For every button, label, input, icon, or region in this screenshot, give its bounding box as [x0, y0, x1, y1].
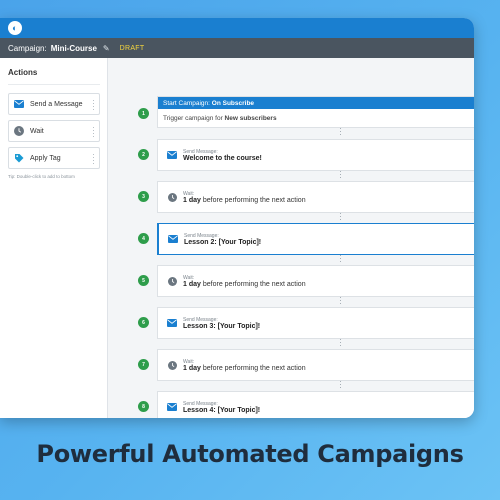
campaign-canvas: 1 Start Campaign: On Subscribe Trigger c… [108, 58, 474, 418]
step-number-badge: 6 [138, 317, 149, 328]
message-title: Lesson 2: [Your Topic]! [184, 238, 262, 246]
message-title: Welcome to the course! [183, 154, 262, 162]
wait-duration: 1 day [183, 196, 201, 204]
action-label: Apply Tag [30, 154, 61, 162]
clock-icon [166, 192, 178, 202]
action-wait[interactable]: Wait [8, 120, 100, 142]
wait-description: before performing the next action [202, 364, 306, 372]
connector [338, 127, 343, 135]
connector [338, 170, 343, 178]
message-title: Lesson 4: [Your Topic]! [183, 406, 261, 414]
connector [338, 212, 343, 220]
drag-handle-icon[interactable] [92, 153, 95, 165]
message-title: Lesson 3: [Your Topic]! [183, 322, 261, 330]
start-body-prefix: Trigger campaign for [163, 114, 223, 122]
step-number-badge: 7 [138, 359, 149, 370]
start-header-value: On Subscribe [211, 99, 255, 107]
wait-description: before performing the next action [202, 280, 306, 288]
tag-icon [14, 153, 24, 163]
edit-pencil-icon[interactable]: ✎ [103, 44, 110, 53]
wait-duration: 1 day [183, 364, 201, 372]
step-card-send-message[interactable]: Send Message: Lesson 3: [Your Topic]! [157, 307, 474, 339]
step-number-badge: 8 [138, 401, 149, 412]
clock-icon [166, 276, 178, 286]
wait-duration: 1 day [183, 280, 201, 288]
top-bar: ◐ [0, 18, 474, 38]
action-send-message[interactable]: Send a Message [8, 93, 100, 115]
sidebar-tip: Tip: Double-click to add to bottom [8, 174, 75, 179]
drag-handle-icon[interactable] [92, 126, 95, 138]
sidebar-divider [8, 84, 100, 85]
campaign-bar: Campaign: Mini-Course ✎ DRAFT [0, 38, 474, 58]
step-number-badge: 5 [138, 275, 149, 286]
connector [338, 380, 343, 388]
campaign-name: Mini-Course [50, 43, 97, 53]
step-card-send-message-selected[interactable]: Send Message: Lesson 2: [Your Topic]! [157, 223, 474, 255]
step-number-badge: 4 [138, 233, 149, 244]
action-apply-tag[interactable]: Apply Tag [8, 147, 100, 169]
drag-handle-icon[interactable] [92, 99, 95, 111]
envelope-icon [14, 99, 24, 109]
step-card-send-message[interactable]: Send Message: Welcome to the course! [157, 139, 474, 171]
step-card-wait[interactable]: Wait: 1 day before performing the next a… [157, 181, 474, 213]
start-card-body: Trigger campaign for New subscribers [158, 109, 474, 127]
connector [338, 296, 343, 304]
start-body-value: New subscribers [224, 114, 277, 122]
clock-icon [166, 360, 178, 370]
actions-sidebar: Actions Send a Message Wait Apply Tag Ti… [0, 58, 108, 418]
connector [338, 254, 343, 262]
tagline: Powerful Automated Campaigns [36, 440, 464, 468]
wait-description: before performing the next action [202, 196, 306, 204]
status-badge: DRAFT [119, 44, 145, 52]
action-label: Send a Message [30, 100, 83, 108]
start-header-prefix: Start Campaign: [163, 99, 210, 107]
sidebar-title: Actions [8, 68, 38, 77]
envelope-icon [166, 151, 178, 159]
app-logo-icon[interactable]: ◐ [8, 21, 22, 35]
start-campaign-card[interactable]: Start Campaign: On Subscribe Trigger cam… [157, 96, 474, 128]
clock-icon [14, 126, 24, 136]
start-card-header: Start Campaign: On Subscribe [158, 97, 474, 109]
step-card-wait[interactable]: Wait: 1 day before performing the next a… [157, 349, 474, 381]
campaign-label: Campaign: [8, 43, 47, 53]
step-card-wait[interactable]: Wait: 1 day before performing the next a… [157, 265, 474, 297]
connector [338, 338, 343, 346]
envelope-icon [166, 319, 178, 327]
step-number-badge: 1 [138, 108, 149, 119]
step-number-badge: 3 [138, 191, 149, 202]
app-window: ◐ Campaign: Mini-Course ✎ DRAFT Actions … [0, 18, 474, 418]
envelope-icon [166, 403, 178, 411]
envelope-icon [167, 235, 179, 243]
step-card-send-message[interactable]: Send Message: Lesson 4: [Your Topic]! [157, 391, 474, 418]
action-label: Wait [30, 127, 44, 135]
step-number-badge: 2 [138, 149, 149, 160]
